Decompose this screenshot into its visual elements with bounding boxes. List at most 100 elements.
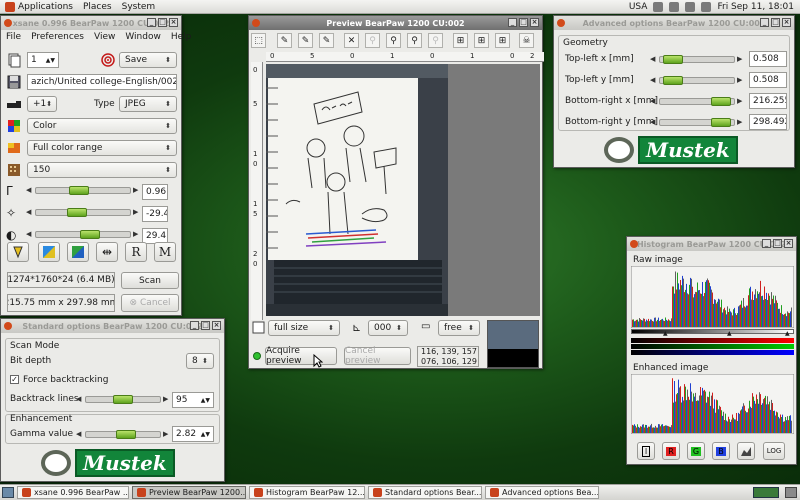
workspace-switcher[interactable] xyxy=(753,487,779,498)
resolution-select[interactable]: 150 ⬍ xyxy=(27,162,177,178)
slider-left-arrow-icon[interactable]: ◀ xyxy=(650,76,655,84)
slider-left-arrow-icon[interactable]: ◀ xyxy=(650,55,655,63)
maximize-button[interactable]: □ xyxy=(773,239,782,248)
slider-right-arrow-icon[interactable]: ▶ xyxy=(737,76,742,84)
gamma-slider-handle[interactable] xyxy=(69,186,89,195)
slider-right-arrow-icon[interactable]: ▶ xyxy=(737,55,742,63)
slider-right-arrow-icon[interactable]: ▶ xyxy=(737,97,742,105)
minimize-button[interactable]: _ xyxy=(508,18,517,27)
preview-titlebar[interactable]: Preview BearPaw 1200 CU:002 _ □ × xyxy=(249,16,542,30)
window-menu-icon[interactable] xyxy=(4,19,12,27)
green-toggle[interactable]: G xyxy=(687,442,705,460)
slider-left-arrow-icon[interactable]: ◀ xyxy=(76,430,81,438)
force-backtrack-checkbox[interactable]: ✓ xyxy=(10,375,19,384)
white-point-marker-icon[interactable]: ▲ xyxy=(785,330,790,337)
bottom-right-y-input[interactable]: 298.492 xyxy=(749,114,787,130)
close-button[interactable]: × xyxy=(212,321,221,330)
pick-white-button[interactable]: ✎ xyxy=(277,33,292,48)
cancel-scan-button[interactable]: ⊗ Cancel xyxy=(121,294,179,312)
gamma-value-slider[interactable] xyxy=(85,430,161,439)
full-area-button[interactable]: ⊞ xyxy=(495,33,510,48)
log-toggle[interactable]: LOG xyxy=(763,442,785,460)
menu-help[interactable]: Help xyxy=(171,32,192,42)
blue-toggle[interactable]: B xyxy=(712,442,730,460)
black-point-marker-icon[interactable]: ▲ xyxy=(663,330,668,337)
maximize-button[interactable]: □ xyxy=(771,18,780,27)
gamma-input[interactable]: 0.96 xyxy=(142,184,168,200)
task-standard-options[interactable]: Standard options Bear... xyxy=(368,486,482,499)
maximize-button[interactable]: □ xyxy=(158,18,167,27)
task-advanced-options[interactable]: Advanced options Bea... xyxy=(485,486,599,499)
contrast-slider[interactable] xyxy=(35,230,131,239)
window-menu-icon[interactable] xyxy=(630,240,638,248)
scan-button[interactable]: Scan xyxy=(121,272,179,289)
battery-icon[interactable] xyxy=(669,1,680,12)
gamma-value-handle[interactable] xyxy=(116,430,136,439)
slider-left-arrow-icon[interactable]: ◀ xyxy=(76,395,81,403)
close-button[interactable]: × xyxy=(169,18,178,27)
zoom-in-button[interactable]: ⚲ xyxy=(365,33,380,48)
show-desktop-icon[interactable] xyxy=(2,487,14,498)
slider-left-arrow-icon[interactable]: ◀ xyxy=(26,186,31,194)
store-enhance-button[interactable]: R xyxy=(125,242,147,262)
keyboard-layout[interactable]: USA xyxy=(629,2,648,12)
zoom-out-full-button[interactable]: ✕ xyxy=(344,33,359,48)
rotation-select[interactable]: 000 ⬍ xyxy=(368,320,408,336)
pick-gray-button[interactable]: ✎ xyxy=(298,33,313,48)
minimize-button[interactable]: _ xyxy=(760,18,769,27)
bottom-right-x-slider[interactable] xyxy=(659,97,735,106)
gamma-pipette-button[interactable] xyxy=(7,242,29,262)
medium-enhance-button[interactable]: M xyxy=(154,242,176,262)
places-menu[interactable]: Places xyxy=(78,0,117,14)
file-type-select[interactable]: JPEG ⬍ xyxy=(119,96,177,112)
zoom-area-button[interactable]: ⚲ xyxy=(407,33,422,48)
task-preview[interactable]: Preview BearPaw 1200... xyxy=(132,486,246,499)
slider-right-arrow-icon[interactable]: ▶ xyxy=(163,430,168,438)
brightness-input[interactable]: -29.4 xyxy=(142,206,168,222)
aspect-ratio-select[interactable]: free ⬍ xyxy=(438,320,480,336)
menu-file[interactable]: File xyxy=(6,32,21,42)
top-left-y-input[interactable]: 0.508 xyxy=(749,72,787,88)
floppy-icon[interactable] xyxy=(6,74,22,90)
minimize-button[interactable]: _ xyxy=(762,239,771,248)
window-menu-icon[interactable] xyxy=(4,322,12,330)
autoselect-button[interactable]: ⊞ xyxy=(453,33,468,48)
bottom-right-x-handle[interactable] xyxy=(711,97,731,106)
acquire-preview-button[interactable]: Acquire preview xyxy=(265,346,337,366)
counter-step-select[interactable]: +1 ⬍ xyxy=(27,96,57,112)
slider-left-arrow-icon[interactable]: ◀ xyxy=(26,208,31,216)
slider-right-arrow-icon[interactable]: ▶ xyxy=(737,118,742,126)
close-button[interactable]: × xyxy=(530,18,539,27)
delete-preview-button[interactable]: ☠ xyxy=(519,33,534,48)
panel-clock[interactable]: Fri Sep 11, 18:01 xyxy=(717,2,794,12)
bit-depth-select[interactable]: 8 ⬍ xyxy=(186,353,214,369)
autoraise-button[interactable]: ⊞ xyxy=(474,33,489,48)
close-button[interactable]: × xyxy=(782,18,791,27)
menu-view[interactable]: View xyxy=(94,32,115,42)
system-menu[interactable]: System xyxy=(117,0,161,14)
copies-spinbox[interactable]: 1 ▲▼ xyxy=(27,52,59,68)
brightness-slider-handle[interactable] xyxy=(67,208,87,217)
slider-left-arrow-icon[interactable]: ◀ xyxy=(650,118,655,126)
pick-black-button[interactable]: ✎ xyxy=(319,33,334,48)
red-toggle[interactable]: R xyxy=(662,442,680,460)
backtrack-lines-handle[interactable] xyxy=(113,395,133,404)
network-icon[interactable] xyxy=(653,1,664,12)
advanced-titlebar[interactable]: Advanced options BearPaw 1200 CU:002 _ □ × xyxy=(554,16,794,30)
backtrack-lines-input[interactable]: 95 ▲▼ xyxy=(172,392,214,408)
contrast-slider-handle[interactable] xyxy=(80,230,100,239)
task-xsane[interactable]: xsane 0.996 BearPaw ... xyxy=(17,486,129,499)
bottom-right-x-input[interactable]: 216.255 xyxy=(749,93,787,109)
top-left-x-slider[interactable] xyxy=(659,55,735,64)
pixel-lines-toggle[interactable] xyxy=(737,442,755,460)
menu-window[interactable]: Window xyxy=(125,32,161,42)
gamma-slider[interactable] xyxy=(35,186,131,195)
top-left-x-input[interactable]: 0.508 xyxy=(749,51,787,67)
applications-menu[interactable]: Applications xyxy=(0,0,78,14)
bottom-right-y-slider[interactable] xyxy=(659,118,735,127)
maximize-button[interactable]: □ xyxy=(519,18,528,27)
zoom-out-button[interactable]: ⚲ xyxy=(386,33,401,48)
minimize-button[interactable]: _ xyxy=(190,321,199,330)
auto-enhance-button[interactable] xyxy=(38,242,60,262)
preview-canvas[interactable] xyxy=(266,64,540,316)
